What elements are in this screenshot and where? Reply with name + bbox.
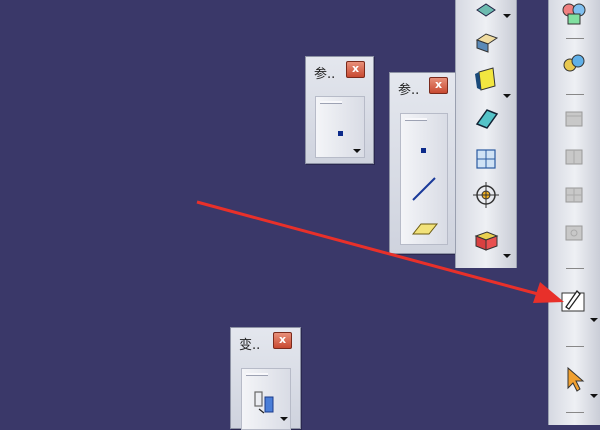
annotation-arrow (196, 200, 564, 303)
